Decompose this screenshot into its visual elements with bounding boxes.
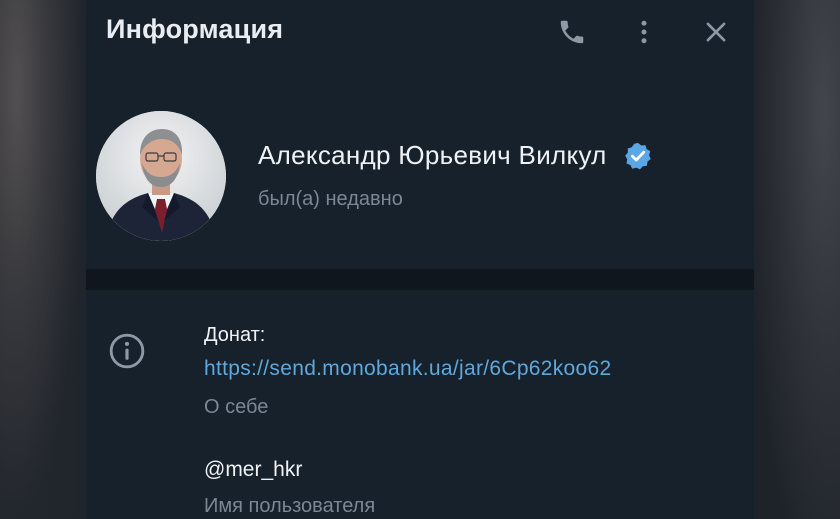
avatar[interactable] (96, 111, 226, 241)
verified-badge-icon (624, 142, 651, 169)
profile-section: Александр Юрьевич Вилкул был(а) недавно (86, 64, 754, 269)
username-caption: Имя пользователя (204, 495, 376, 517)
info-section: Донат: https://send.monobank.ua/jar/6Cp6… (86, 290, 754, 519)
profile-name: Александр Юрьевич Вилкул (258, 140, 607, 170)
user-info-panel: Информация Александр Юрьевич Вилкул был(… (86, 0, 754, 519)
more-vertical-icon (641, 20, 647, 44)
close-button[interactable] (698, 14, 734, 50)
close-icon (706, 22, 726, 42)
section-divider (86, 269, 754, 290)
blurred-background-left (0, 0, 86, 519)
panel-header: Информация (86, 0, 754, 64)
last-seen-status: был(а) недавно (258, 188, 403, 210)
avatar-portrait-icon (96, 111, 226, 241)
blurred-background-right (754, 0, 840, 519)
call-button[interactable] (554, 14, 590, 50)
more-options-button[interactable] (626, 14, 662, 50)
phone-icon (560, 20, 584, 44)
username-value[interactable]: @mer_hkr (204, 458, 302, 482)
profile-name-row: Александр Юрьевич Вилкул (258, 140, 653, 171)
about-text: Донат: (204, 324, 266, 346)
info-icon (109, 333, 145, 369)
about-caption: О себе (204, 396, 269, 418)
panel-title: Информация (106, 14, 284, 44)
donation-link[interactable]: https://send.monobank.ua/jar/6Cp62koo62 (204, 357, 611, 381)
